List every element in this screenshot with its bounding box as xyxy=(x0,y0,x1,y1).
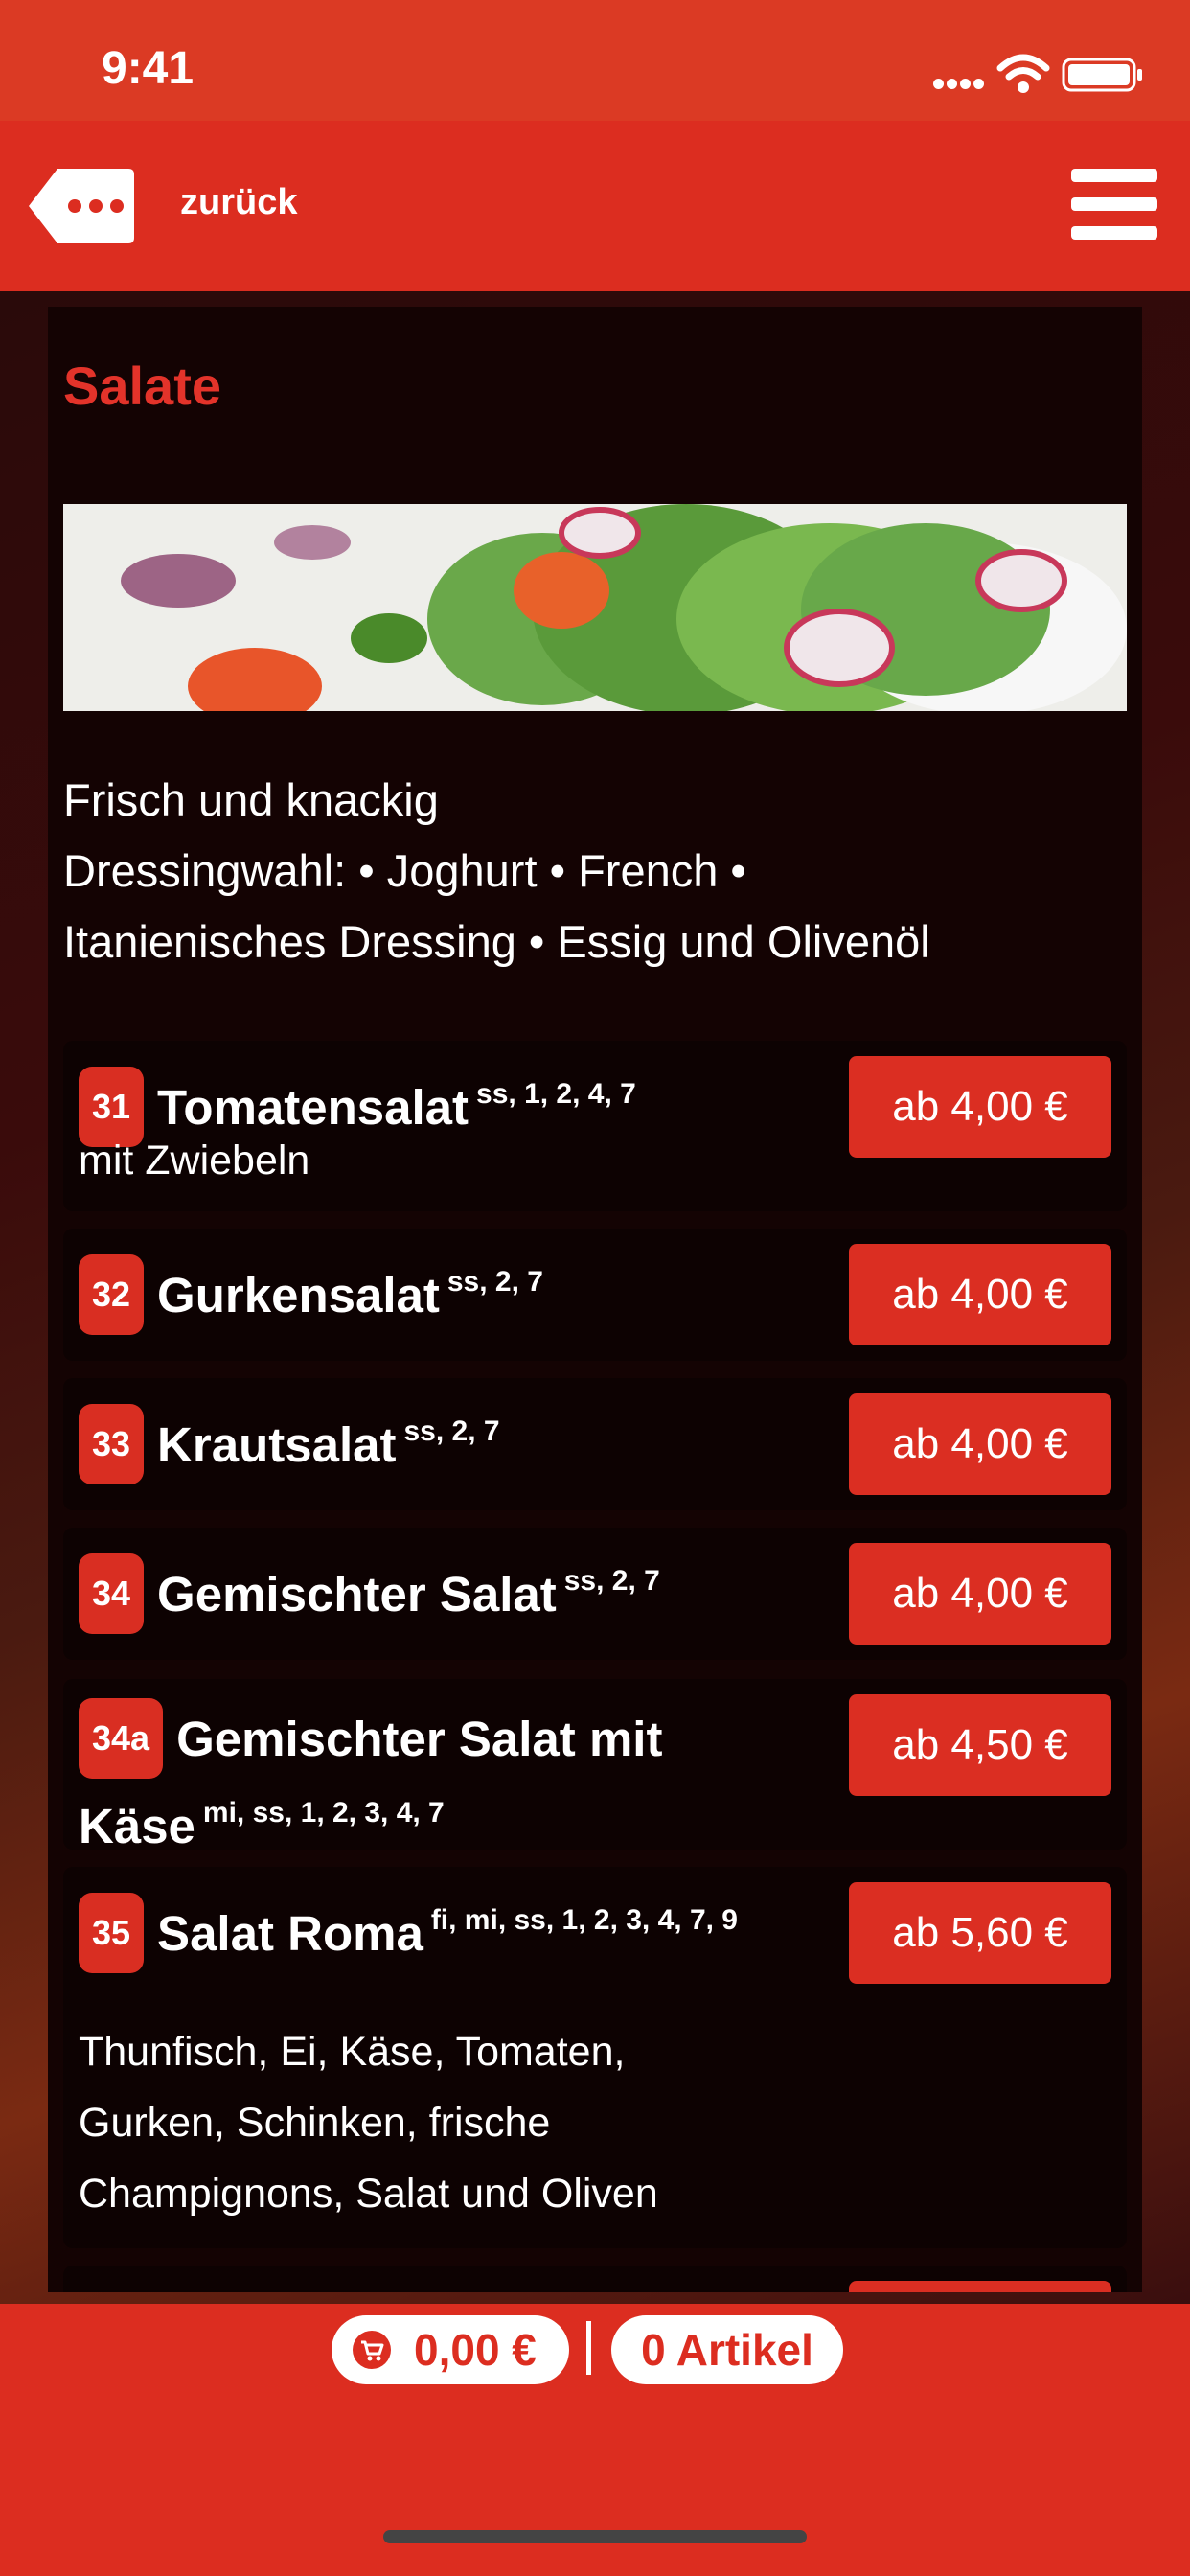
item-heading: 32 Gurkensalat ss, 2, 7 xyxy=(79,1248,788,1335)
item-heading: 34 Gemischter Salat ss, 2, 7 xyxy=(79,1547,788,1634)
description-line: Frisch und knackig xyxy=(63,774,439,825)
menu-item[interactable]: 32 Gurkensalat ss, 2, 7 ab 4,00 € xyxy=(63,1229,1127,1361)
cart-icon xyxy=(353,2331,391,2369)
item-allergens: ss, 2, 7 xyxy=(403,1415,500,1447)
item-number-badge: 34a xyxy=(79,1698,164,1779)
item-allergens: fi, mi, ss, 1, 2, 3, 4, 7, 9 xyxy=(430,1904,738,1936)
battery-icon xyxy=(1062,58,1142,92)
description-line: Dressingwahl: • Joghurt • French • xyxy=(63,845,746,896)
menu-item[interactable]: 35 Salat Roma fi, mi, ss, 1, 2, 3, 4, 7, 9… xyxy=(63,1867,1127,2248)
item-heading: 33 Krautsalat ss, 2, 7 xyxy=(79,1397,788,1484)
menu-item[interactable]: 31 Tomatensalat ss, 1, 2, 4, 7 mit Zwiebel… xyxy=(63,1041,1127,1211)
description-line: Itanienisches Dressing • Essig und Olive… xyxy=(63,916,930,967)
item-name: Krautsalat xyxy=(157,1417,397,1472)
item-heading: 35 Salat Roma fi, mi, ss, 1, 2, 3, 4, 7, 9 xyxy=(79,1886,788,1973)
item-name: Gurkensalat xyxy=(157,1268,440,1322)
item-name: Gemischter Salat mit Käse xyxy=(79,1712,663,1853)
signal-icon xyxy=(933,77,987,94)
item-allergens: ss, 1, 2, 4, 7 xyxy=(476,1078,636,1110)
item-allergens: ss, 2, 7 xyxy=(446,1266,543,1298)
salad-banner-image xyxy=(63,504,1127,711)
price-button[interactable]: ab 4,50 € xyxy=(849,1694,1111,1796)
menu-item[interactable]: 34 Gemischter Salat ss, 2, 7 ab 4,00 € xyxy=(63,1528,1127,1660)
back-icon[interactable] xyxy=(29,167,136,245)
menu-item[interactable]: 33 Krautsalat ss, 2, 7 ab 4,00 € xyxy=(63,1378,1127,1510)
item-description: Thunfisch, Ei, Käse, Tomaten, Gurken, Sc… xyxy=(79,2016,658,2229)
price-button[interactable]: ab 5,60 € xyxy=(849,1882,1111,1984)
nav-bar xyxy=(0,121,1190,291)
item-number-badge: 35 xyxy=(79,1893,145,1973)
wifi-icon xyxy=(996,54,1050,93)
cart-count[interactable]: 0 Artikel xyxy=(611,2315,843,2384)
price-button[interactable]: ab 4,00 € xyxy=(849,1543,1111,1644)
section-description: Frisch und knackig Dressingwahl: • Joghu… xyxy=(63,765,1127,978)
menu-icon[interactable] xyxy=(1071,169,1157,240)
home-indicator xyxy=(383,2530,807,2543)
price-button[interactable]: ab 4,00 € xyxy=(849,1056,1111,1158)
item-allergens: ss, 2, 7 xyxy=(563,1565,660,1597)
status-time: 9:41 xyxy=(102,43,195,94)
menu-item[interactable]: 34a Gemischter Salat mit Käse mi, ss, 1, 2… xyxy=(63,1679,1127,1853)
cart-total: 0,00 € xyxy=(414,2325,537,2375)
price-button-partial[interactable] xyxy=(849,2281,1111,2292)
item-heading: 34a Gemischter Salat mit Käse mi, ss, 1, 2… xyxy=(79,1698,788,1861)
menu-item-partial[interactable] xyxy=(63,2266,1127,2292)
item-name: Salat Roma xyxy=(157,1906,423,1961)
item-allergens: mi, ss, 1, 2, 3, 4, 7 xyxy=(202,1797,445,1828)
item-name: Gemischter Salat xyxy=(157,1567,557,1622)
cart-total-button[interactable]: 0,00 € xyxy=(332,2315,569,2384)
item-number-badge: 32 xyxy=(79,1254,145,1335)
item-description-line: Champignons, Salat und Oliven xyxy=(79,2171,658,2217)
item-description-line: Thunfisch, Ei, Käse, Tomaten, xyxy=(79,2029,626,2075)
price-button[interactable]: ab 4,00 € xyxy=(849,1244,1111,1346)
item-description-line: Gurken, Schinken, frische xyxy=(79,2100,551,2146)
back-label[interactable]: zurück xyxy=(180,182,297,223)
item-number-badge: 34 xyxy=(79,1553,145,1634)
price-button[interactable]: ab 4,00 € xyxy=(849,1393,1111,1495)
section-title: Salate xyxy=(63,356,221,416)
separator xyxy=(586,2321,591,2375)
item-number-badge: 33 xyxy=(79,1404,145,1484)
menu-section: Salate Frisch und knackig Dressingwahl: … xyxy=(48,307,1142,2292)
item-description: mit Zwiebeln xyxy=(79,1138,310,1184)
